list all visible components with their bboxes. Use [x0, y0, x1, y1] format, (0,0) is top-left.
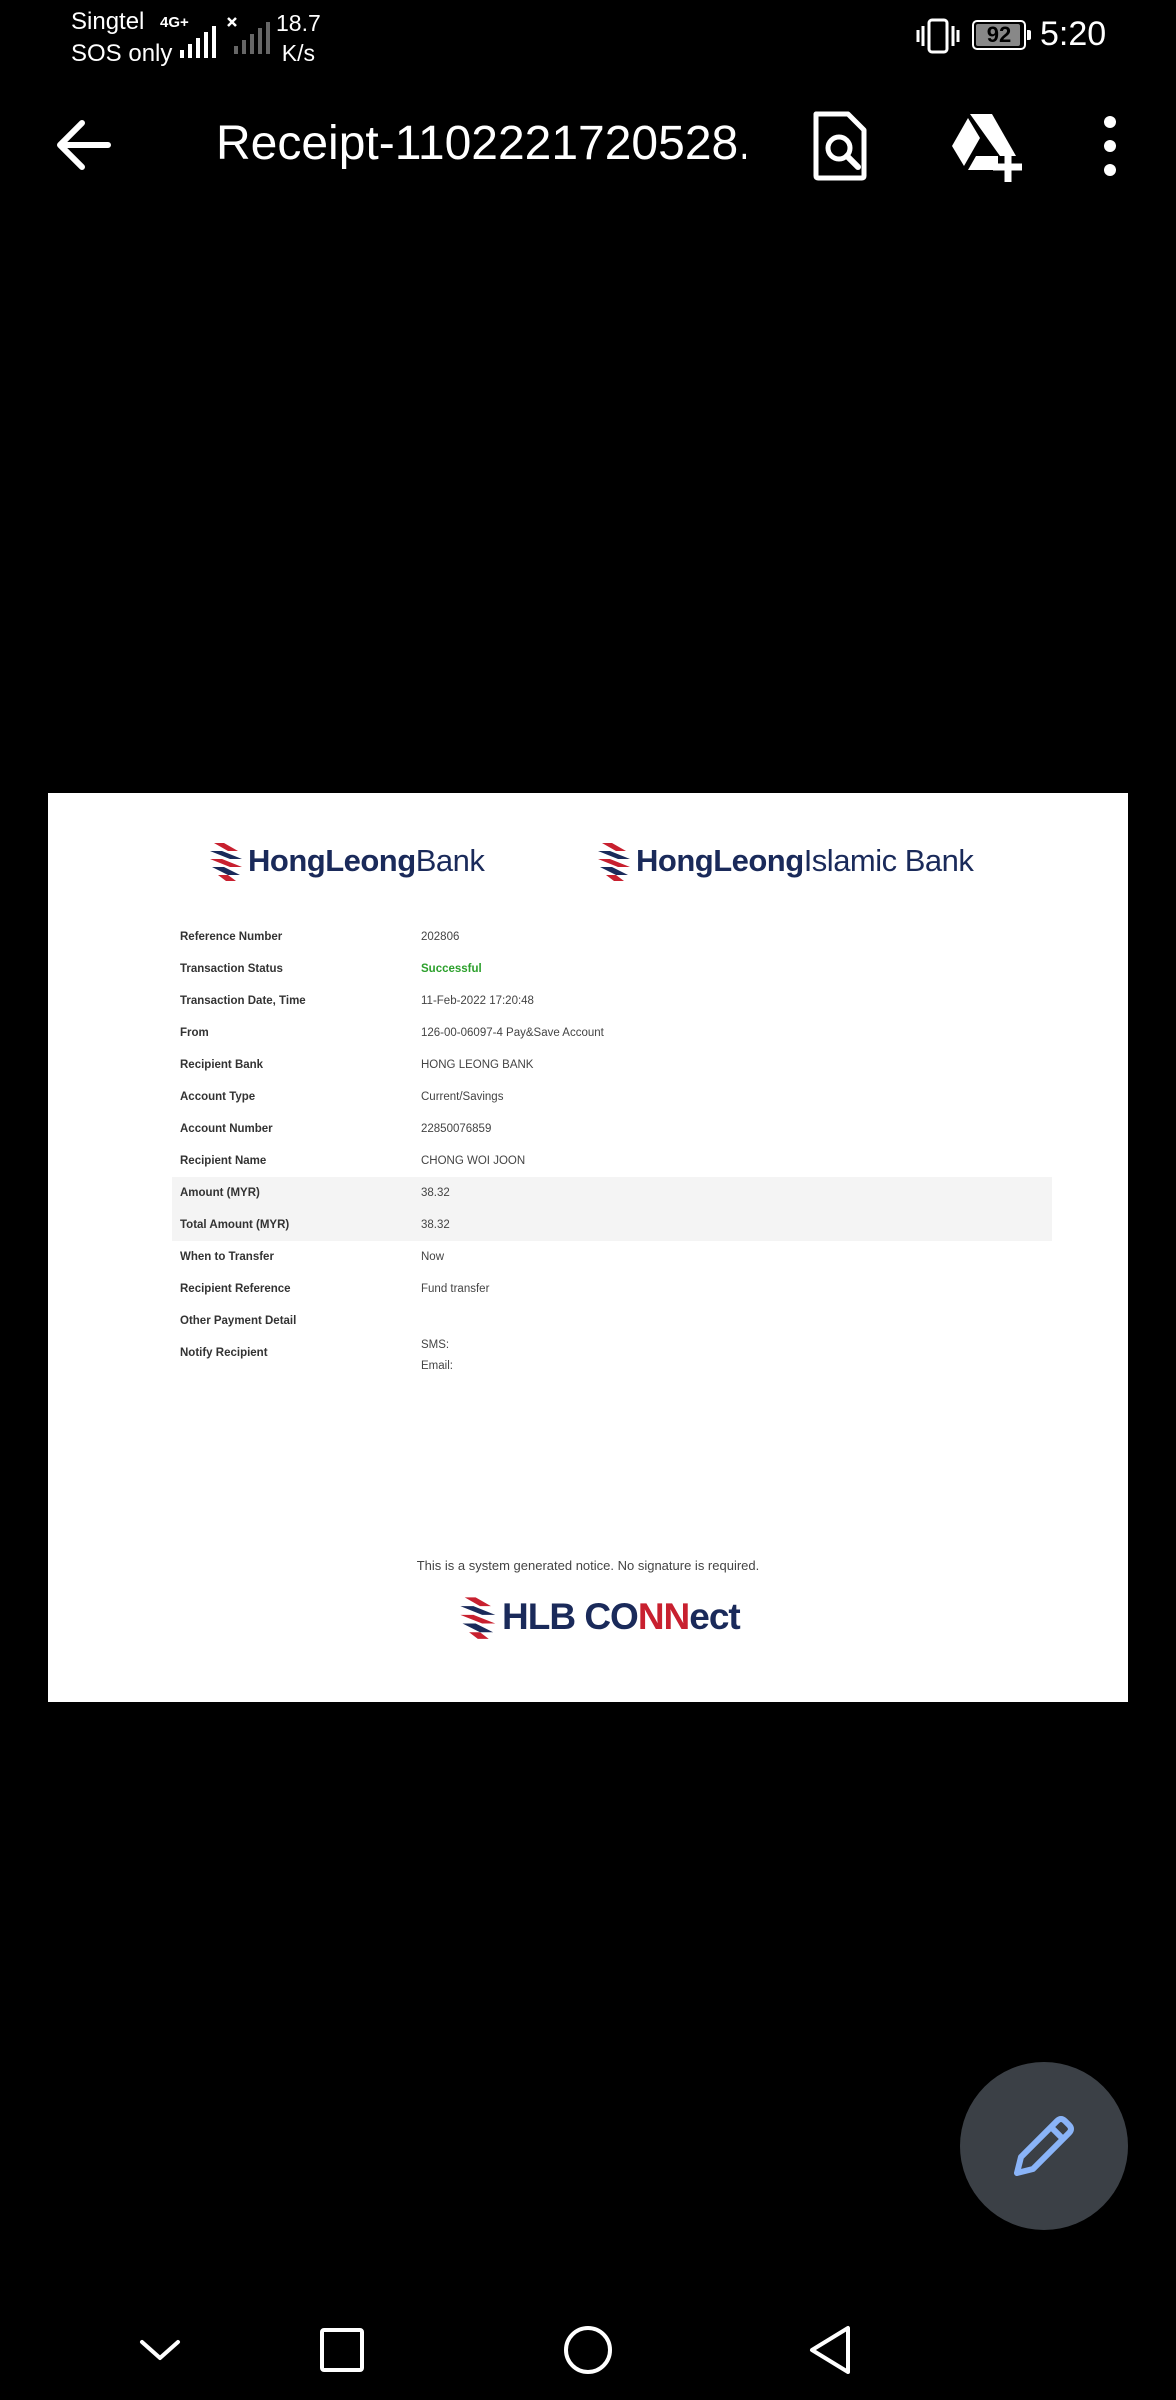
row-value: HONG LEONG BANK — [421, 1059, 534, 1071]
app-bar: Receipt-1102221720528... — [0, 100, 1176, 190]
table-row: Other Payment Detail — [172, 1305, 1052, 1337]
row-label: Amount (MYR) — [180, 1187, 260, 1199]
row-label: Recipient Reference — [180, 1283, 291, 1295]
row-label: Recipient Bank — [180, 1059, 264, 1071]
logo-right-light: Islamic Bank — [803, 843, 974, 878]
row-label: Notify Recipient — [180, 1347, 268, 1359]
notify-email: Email: — [421, 1360, 453, 1372]
system-notice: This is a system generated notice. No si… — [416, 1558, 760, 1573]
row-value: CHONG WOI JOON — [421, 1155, 526, 1167]
find-in-document-button[interactable] — [802, 108, 878, 184]
navigation-bar — [0, 2300, 1176, 2400]
hong-leong-islamic-bank-logo: HongLeongIslamic Bank — [596, 839, 974, 883]
row-label: When to Transfer — [180, 1251, 274, 1263]
table-row: Account Number 22850076859 — [172, 1113, 1052, 1145]
home-button[interactable] — [556, 2318, 620, 2382]
vibrate-icon — [916, 18, 960, 54]
table-row: Recipient Bank HONG LEONG BANK — [172, 1049, 1052, 1081]
row-value: Current/Savings — [421, 1091, 504, 1103]
hlb-logo-end: ect — [689, 1596, 740, 1637]
recents-button[interactable] — [310, 2318, 374, 2382]
document-title: Receipt-1102221720528... — [216, 117, 746, 170]
row-label: Other Payment Detail — [180, 1315, 297, 1327]
document-page[interactable]: HongLeongBank HongLeongIslamic Bank Refe… — [48, 793, 1128, 1702]
add-to-drive-icon — [952, 114, 1023, 182]
row-label: Account Type — [180, 1091, 256, 1103]
row-label: From — [180, 1027, 209, 1039]
table-row: When to Transfer Now — [172, 1241, 1052, 1273]
row-value: Now — [421, 1251, 445, 1263]
system-back-button[interactable] — [800, 2318, 864, 2382]
hlb-logo-accent: NN — [637, 1596, 690, 1637]
clock: 5:20 — [1040, 15, 1107, 53]
row-value: 22850076859 — [421, 1123, 492, 1135]
net-speed-unit: K/s — [281, 40, 315, 66]
row-label: Transaction Date, Time — [180, 995, 306, 1007]
hide-keyboard-button[interactable] — [128, 2318, 192, 2382]
row-value: 202806 — [421, 931, 460, 943]
recents-square-icon — [320, 2328, 364, 2372]
row-label: Recipient Name — [180, 1155, 267, 1167]
edit-button[interactable] — [960, 2062, 1128, 2230]
hong-leong-emblem-icon — [210, 843, 242, 881]
row-value: Fund transfer — [421, 1283, 490, 1295]
row-label: Account Number — [180, 1123, 273, 1135]
network-speed: 18.7 K/s — [276, 8, 321, 68]
hong-leong-islamic-emblem-icon — [598, 843, 630, 881]
logo-left-light: Bank — [415, 843, 485, 878]
row-value: 38.32 — [421, 1187, 450, 1199]
hlb-connect-logo: HLB CONNect — [458, 1593, 741, 1641]
carrier-status: SOS only — [71, 40, 173, 67]
logo-left-bold: HongLeong — [248, 843, 416, 878]
table-row: Amount (MYR) 38.32 — [172, 1177, 1052, 1209]
row-value: 38.32 — [421, 1219, 450, 1231]
row-value: 11-Feb-2022 17:20:48 — [421, 995, 534, 1007]
table-row: Transaction Date, Time 11-Feb-2022 17:20… — [172, 985, 1052, 1017]
hlb-logo-main: HLB CO — [502, 1596, 639, 1637]
carrier-info: Singtel SOS only — [71, 6, 172, 70]
table-row: Total Amount (MYR) 38.32 — [172, 1209, 1052, 1241]
more-options-button[interactable] — [1072, 108, 1148, 184]
battery-level: 92 — [986, 22, 1012, 47]
back-button[interactable] — [52, 116, 116, 174]
table-row: Transaction Status Successful — [172, 953, 1052, 985]
row-label: Transaction Status — [180, 963, 283, 975]
table-row: Account Type Current/Savings — [172, 1081, 1052, 1113]
table-row: From 126-00-06097-4 Pay&Save Account — [172, 1017, 1052, 1049]
row-label: Total Amount (MYR) — [180, 1219, 290, 1231]
table-row: Notify Recipient SMS: Email: — [172, 1337, 1052, 1377]
hong-leong-bank-logo: HongLeongBank — [208, 839, 485, 883]
table-row: Recipient Name CHONG WOI JOON — [172, 1145, 1052, 1177]
battery-icon: 92 — [972, 20, 1031, 50]
row-label: Reference Number — [180, 931, 283, 943]
net-speed-value: 18.7 — [276, 10, 321, 36]
pencil-edit-icon — [1014, 2116, 1074, 2176]
chevron-down-icon — [140, 2340, 180, 2360]
carrier-name: Singtel — [71, 8, 145, 35]
row-value: 126-00-06097-4 Pay&Save Account — [421, 1027, 604, 1039]
home-circle-icon — [564, 2326, 612, 2374]
back-arrow-icon — [57, 120, 111, 170]
add-to-drive-button[interactable] — [946, 108, 1023, 184]
table-row: Recipient Reference Fund transfer — [172, 1273, 1052, 1305]
table-row: Reference Number 202806 — [172, 921, 1052, 953]
status-bar: Singtel SOS only 4G+ 18.7 K/s 92 5:20 — [0, 0, 1176, 80]
hlb-emblem-icon — [460, 1597, 496, 1639]
status-value: Successful — [421, 963, 482, 975]
more-vert-icon — [1104, 116, 1116, 176]
logo-right-bold: HongLeong — [636, 843, 804, 878]
notify-recipient-value: SMS: Email: — [421, 1335, 453, 1377]
notify-sms: SMS: — [421, 1339, 450, 1351]
back-triangle-icon — [810, 2326, 850, 2374]
signal-no-service-icon — [226, 16, 276, 61]
find-in-page-icon — [813, 111, 867, 181]
